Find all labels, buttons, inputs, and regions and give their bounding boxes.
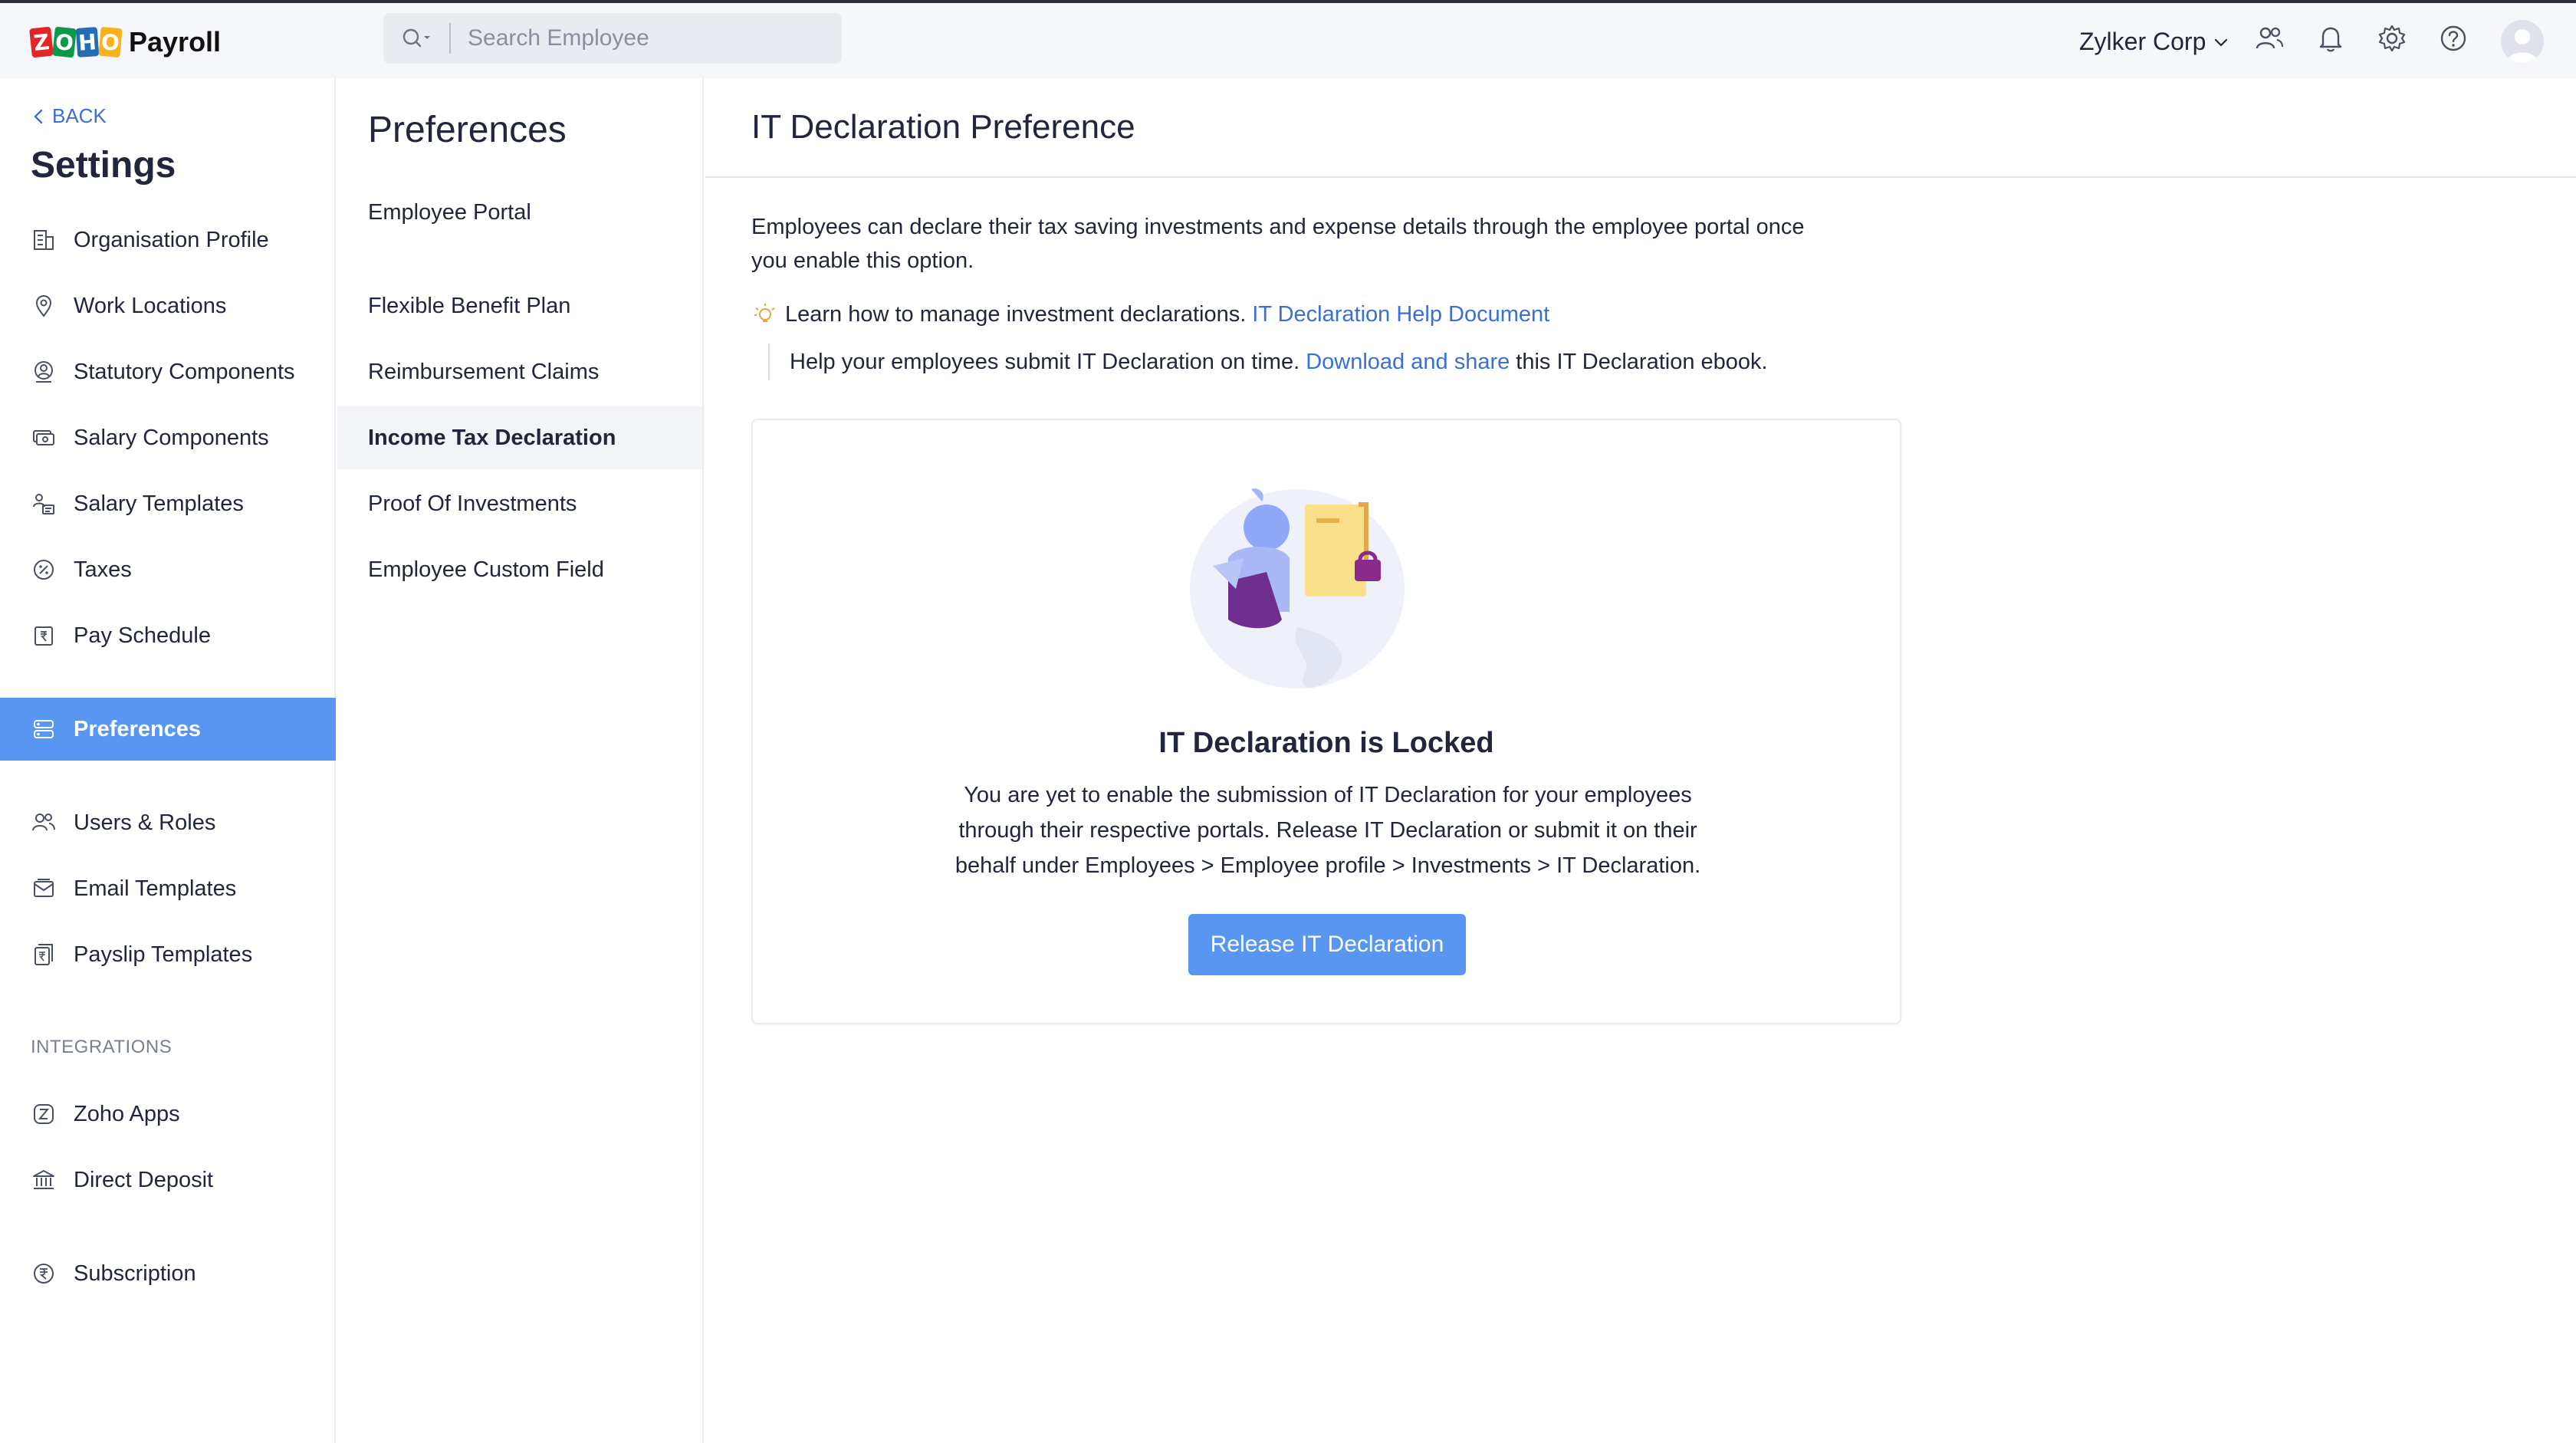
help-icon[interactable]	[2438, 23, 2469, 54]
intro-text: Employees can declare their tax saving i…	[751, 215, 1805, 273]
ebook-tip: Help your employees submit IT Declaratio…	[768, 343, 1768, 380]
help-tip: Learn how to manage investment declarati…	[751, 301, 1549, 328]
zoho-apps-icon	[31, 1101, 57, 1127]
sidebar-item-statutory-components[interactable]: Statutory Components	[0, 340, 336, 403]
bank-icon	[31, 1167, 57, 1193]
bell-icon[interactable]	[2315, 23, 2346, 54]
sidebar-item-preferences[interactable]: Preferences	[0, 698, 336, 761]
sidebar-item-taxes[interactable]: Taxes	[0, 538, 336, 601]
percent-icon	[31, 557, 57, 583]
sidebar-item-email-templates[interactable]: Email Templates	[0, 857, 336, 920]
ebook-tip-text: Help your employees submit IT Declaratio…	[790, 349, 1300, 374]
org-switcher[interactable]: Zylker Corp	[2079, 28, 2230, 56]
settings-sidebar: BACK Settings Organisation Profile Work …	[0, 78, 336, 1443]
sidebar-item-work-locations[interactable]: Work Locations	[0, 274, 336, 337]
release-it-declaration-button[interactable]: Release IT Declaration	[1188, 914, 1466, 975]
search-filter-dropdown[interactable]	[383, 23, 451, 54]
search-bar[interactable]	[383, 13, 842, 64]
location-pin-icon	[31, 293, 57, 319]
locked-card-description: You are yet to enable the submission of …	[955, 783, 1701, 878]
rupee-calendar-icon	[31, 623, 57, 649]
org-name: Zylker Corp	[2079, 28, 2206, 55]
users-icon[interactable]	[2254, 23, 2285, 54]
back-link[interactable]: BACK	[32, 104, 107, 128]
main-content: IT Declaration Preference Employees can …	[705, 78, 2576, 1443]
help-document-link[interactable]: IT Declaration Help Document	[1252, 302, 1549, 327]
pref-item-income-tax-declaration[interactable]: Income Tax Declaration	[337, 406, 702, 469]
gear-icon[interactable]	[2377, 23, 2407, 54]
mail-icon	[31, 876, 57, 902]
sidebar-item-zoho-apps[interactable]: Zoho Apps	[0, 1083, 336, 1146]
search-icon	[402, 28, 430, 48]
zoho-logo-icon: ZOHO	[29, 26, 123, 58]
users-icon	[31, 810, 57, 836]
sidebar-item-pay-schedule[interactable]: Pay Schedule	[0, 604, 336, 667]
pref-item-reimbursement-claims[interactable]: Reimbursement Claims	[337, 340, 702, 403]
chevron-down-icon	[2215, 38, 2228, 47]
money-icon	[31, 425, 57, 451]
pref-item-proof-of-investments[interactable]: Proof Of Investments	[337, 472, 702, 535]
main-title: IT Declaration Preference	[705, 78, 2576, 178]
building-icon	[31, 227, 57, 253]
sidebar-item-payslip-templates[interactable]: Payslip Templates	[0, 923, 336, 986]
payslip-icon	[31, 942, 57, 968]
locked-card-title: IT Declaration is Locked	[1158, 727, 1494, 759]
shield-user-icon	[31, 359, 57, 385]
sidebar-item-organisation-profile[interactable]: Organisation Profile	[0, 209, 336, 271]
search-input[interactable]	[451, 25, 819, 51]
ebook-tip-suffix: this IT Declaration ebook.	[1516, 349, 1768, 374]
locked-card: IT Declaration is Locked You are yet to …	[751, 419, 1901, 1024]
top-header: ZOHO Payroll Zylker Corp	[0, 3, 2576, 78]
avatar[interactable]	[2501, 20, 2544, 63]
template-icon	[31, 491, 57, 517]
sidebar-item-salary-templates[interactable]: Salary Templates	[0, 472, 336, 535]
download-share-link[interactable]: Download and share	[1306, 350, 1510, 375]
lightbulb-icon	[754, 304, 775, 322]
sidebar-item-users-roles[interactable]: Users & Roles	[0, 791, 336, 854]
sidebar-item-direct-deposit[interactable]: Direct Deposit	[0, 1149, 336, 1211]
sidebar-item-salary-components[interactable]: Salary Components	[0, 406, 336, 469]
chevron-left-icon	[34, 109, 43, 123]
preferences-panel: Preferences Employee Portal Flexible Ben…	[337, 78, 704, 1443]
preferences-title: Preferences	[368, 110, 567, 150]
page-title: Settings	[31, 145, 176, 186]
rupee-circle-icon	[31, 1261, 57, 1287]
sidebar-item-subscription[interactable]: Subscription	[0, 1242, 336, 1305]
locked-declaration-illustration	[1190, 488, 1405, 689]
pref-item-employee-portal[interactable]: Employee Portal	[337, 181, 702, 244]
pref-item-flexible-benefit-plan[interactable]: Flexible Benefit Plan	[337, 274, 702, 337]
preferences-icon	[31, 716, 57, 742]
zoho-payroll-logo[interactable]: ZOHO Payroll	[29, 26, 222, 58]
help-tip-text: Learn how to manage investment declarati…	[785, 301, 1247, 327]
pref-item-employee-custom-field[interactable]: Employee Custom Field	[337, 538, 702, 601]
app-name: Payroll	[129, 26, 222, 58]
integrations-section-label: INTEGRATIONS	[31, 1037, 172, 1057]
